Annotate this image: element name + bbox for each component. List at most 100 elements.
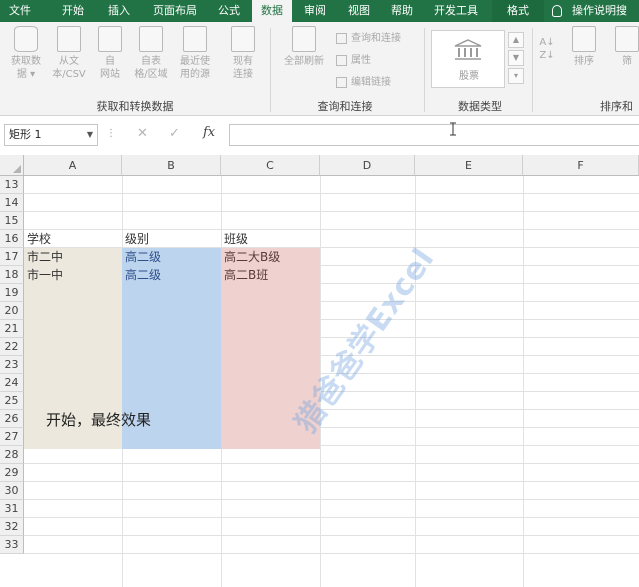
- from-table-range-button[interactable]: 自表 格/区域: [129, 26, 173, 81]
- cell-c17[interactable]: 高二大B级: [224, 248, 280, 266]
- formula-input[interactable]: [229, 124, 639, 146]
- enter-icon[interactable]: ✓: [169, 126, 180, 141]
- bank-icon: [454, 39, 482, 60]
- tab-developer[interactable]: 开发工具: [426, 0, 486, 22]
- tab-file[interactable]: 文件: [0, 0, 40, 22]
- cell-c16[interactable]: 班级: [224, 230, 248, 248]
- column-header-b[interactable]: B: [122, 155, 221, 176]
- edit-links-icon: [336, 76, 347, 88]
- connections-icon: [231, 26, 255, 52]
- from-table-range-label: 自表 格/区域: [134, 56, 168, 80]
- chevron-down-icon[interactable]: ▼: [87, 125, 93, 145]
- formula-bar-grip-icon[interactable]: ⋮: [106, 128, 116, 139]
- cell-a16[interactable]: 学校: [27, 230, 51, 248]
- gallery-more-icon[interactable]: ▾: [508, 68, 524, 84]
- cancel-icon[interactable]: ✕: [137, 126, 148, 141]
- row-header[interactable]: 16: [0, 230, 24, 248]
- row-header[interactable]: 30: [0, 482, 24, 500]
- insert-function-icon[interactable]: fx: [203, 125, 215, 140]
- row-header[interactable]: 29: [0, 464, 24, 482]
- sort-button[interactable]: 排序: [564, 26, 604, 68]
- queries-connections-button[interactable]: 查询和连接: [336, 30, 401, 48]
- gallery-up-icon[interactable]: ▲: [508, 32, 524, 48]
- row-header[interactable]: 24: [0, 374, 24, 392]
- cell-b17[interactable]: 高二级: [125, 248, 161, 266]
- tab-home[interactable]: 开始: [55, 0, 91, 22]
- filter-button[interactable]: 筛: [612, 26, 639, 68]
- cell-b18[interactable]: 高二级: [125, 266, 161, 284]
- column-header-e[interactable]: E: [415, 155, 523, 176]
- tab-data[interactable]: 数据: [252, 0, 292, 22]
- refresh-icon: [292, 26, 316, 52]
- cell-b16[interactable]: 级别: [125, 230, 149, 248]
- gridline: [24, 553, 639, 554]
- column-header-a[interactable]: A: [24, 155, 122, 176]
- gridline: [24, 193, 639, 194]
- column-header-c[interactable]: C: [221, 155, 320, 176]
- name-box[interactable]: 矩形 1 ▼: [4, 124, 98, 146]
- queries-connections-label: 查询和连接: [351, 33, 401, 44]
- stock-data-type-gallery[interactable]: 股票: [431, 30, 505, 88]
- row-header[interactable]: 26: [0, 410, 24, 428]
- cell-a17[interactable]: 市二中: [27, 248, 63, 266]
- get-data-button[interactable]: 获取数 据 ▾: [4, 26, 48, 81]
- gallery-down-icon[interactable]: ▼: [508, 50, 524, 66]
- tab-format[interactable]: 格式: [492, 0, 544, 22]
- row-header[interactable]: 22: [0, 338, 24, 356]
- formula-bar: 矩形 1 ▼ ⋮ ✕ ✓ fx: [0, 120, 639, 151]
- web-page-icon: [98, 26, 122, 52]
- sort-az-icon[interactable]: A↓ Z↓: [538, 36, 556, 62]
- from-web-button[interactable]: 自 网站: [88, 26, 132, 81]
- group-separator: [532, 28, 533, 112]
- row-header[interactable]: 32: [0, 518, 24, 536]
- row-header[interactable]: 20: [0, 302, 24, 320]
- worksheet-grid[interactable]: A B C D E F 13 14 15 16 17 18 19 20 21 2…: [0, 155, 639, 587]
- properties-button[interactable]: 属性: [336, 52, 371, 70]
- tab-help[interactable]: 帮助: [383, 0, 421, 22]
- gridline: [24, 517, 639, 518]
- row-header[interactable]: 17: [0, 248, 24, 266]
- sort-label: 排序: [574, 56, 594, 67]
- recent-sources-button[interactable]: 最近使 用的源: [173, 26, 217, 81]
- existing-connections-label: 现有 连接: [233, 56, 253, 80]
- edit-links-button[interactable]: 编辑链接: [336, 74, 391, 92]
- row-header[interactable]: 18: [0, 266, 24, 284]
- row-header[interactable]: 25: [0, 392, 24, 410]
- column-header-f[interactable]: F: [523, 155, 639, 176]
- tab-formulas[interactable]: 公式: [210, 0, 248, 22]
- from-text-csv-label: 从文 本/CSV: [52, 56, 86, 80]
- tab-insert[interactable]: 插入: [101, 0, 137, 22]
- group-separator: [270, 28, 271, 112]
- row-header[interactable]: 13: [0, 176, 24, 194]
- gridline: [24, 481, 639, 482]
- group-label-get-data: 获取和转换数据: [96, 100, 174, 113]
- row-header[interactable]: 28: [0, 446, 24, 464]
- existing-connections-button[interactable]: 现有 连接: [221, 26, 265, 81]
- row-header[interactable]: 21: [0, 320, 24, 338]
- group-label-sort: 排序和: [600, 100, 633, 113]
- row-header[interactable]: 27: [0, 428, 24, 446]
- ibeam-cursor-icon: [450, 122, 456, 136]
- recent-sources-label: 最近使 用的源: [180, 56, 210, 80]
- row-header[interactable]: 31: [0, 500, 24, 518]
- group-label-data-types: 数据类型: [458, 100, 502, 113]
- tab-review[interactable]: 审阅: [296, 0, 334, 22]
- group-label-queries: 查询和连接: [317, 100, 373, 113]
- cell-a18[interactable]: 市一中: [27, 266, 63, 284]
- row-header[interactable]: 14: [0, 194, 24, 212]
- row-header[interactable]: 23: [0, 356, 24, 374]
- cell-c18[interactable]: 高二B班: [224, 266, 268, 284]
- refresh-all-button[interactable]: 全部刷新: [276, 26, 332, 68]
- tab-view[interactable]: 视图: [340, 0, 378, 22]
- shape-caption-text: 开始，最终效果: [46, 411, 152, 429]
- row-header[interactable]: 19: [0, 284, 24, 302]
- tab-page-layout[interactable]: 页面布局: [145, 0, 205, 22]
- select-all-corner[interactable]: [0, 155, 24, 176]
- from-text-csv-button[interactable]: 从文 本/CSV: [47, 26, 91, 81]
- column-header-d[interactable]: D: [320, 155, 415, 176]
- tell-me-search[interactable]: 操作说明搜: [552, 0, 627, 22]
- sort-icon: [572, 26, 596, 52]
- lightbulb-icon: [552, 5, 562, 17]
- row-header[interactable]: 33: [0, 536, 24, 554]
- row-header[interactable]: 15: [0, 212, 24, 230]
